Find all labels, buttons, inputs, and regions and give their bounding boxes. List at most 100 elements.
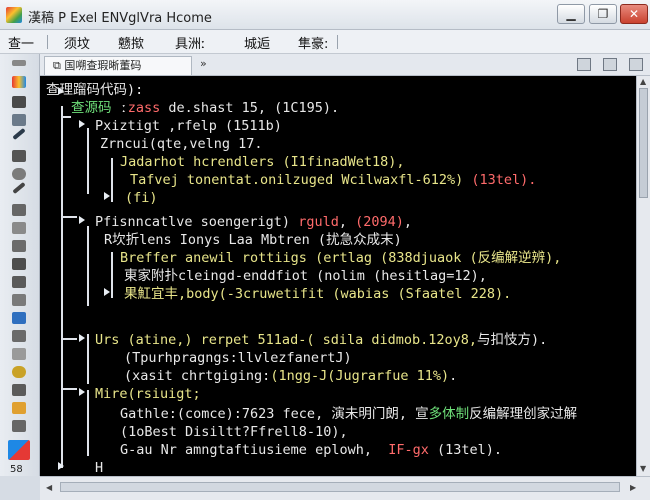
book-icon[interactable] <box>12 384 26 396</box>
document-icon[interactable] <box>12 222 26 234</box>
menu-item-3[interactable]: 戆揿 <box>118 33 144 52</box>
code-line: R坎折lens Ionys Laa Mbtren (扰急众成末) <box>104 231 402 249</box>
tool-strip: 58 <box>0 54 40 476</box>
menu-bar: 查一 须坟 戆揿 具洲ː 城逅 隼豪: <box>0 30 650 54</box>
code-line: G-au Nr amngtaftiusieme eplowh, IF-gx (1… <box>120 441 502 459</box>
tree-line <box>111 252 113 298</box>
code-editor[interactable]: 查理蹓码代码): 查源码 ːzass de.shast 15, (1C195). P… <box>40 76 636 476</box>
expand-arrow-icon[interactable] <box>79 388 85 396</box>
code-token: R坎折lens Ionys Laa Mbtren (扰急众成末) <box>104 232 402 248</box>
tree-line <box>87 128 89 194</box>
title-bar: 漢稿 P Exel ENVglVra Hcome ▁ ❐ ✕ <box>0 0 650 30</box>
scroll-up-icon[interactable]: ▲ <box>640 77 646 86</box>
code-token: H <box>95 460 104 476</box>
code-token: (xasit chrtgiging: <box>124 368 271 384</box>
code-token: 東家附扑cleingd-enddfiot (nolim (hesitlag=12… <box>124 268 487 284</box>
grid-icon[interactable] <box>12 258 26 270</box>
code-token: Mire(rsiuigt; <box>95 386 201 402</box>
list-icon[interactable] <box>12 240 26 252</box>
expand-arrow-icon[interactable] <box>79 216 85 224</box>
minimize-button[interactable]: ▁ <box>557 4 585 24</box>
pen-icon[interactable] <box>12 127 26 141</box>
menu-separator <box>337 35 338 49</box>
code-token: ː <box>119 100 128 116</box>
palette-icon[interactable] <box>12 76 26 88</box>
vertical-scroll-thumb[interactable] <box>639 88 648 198</box>
expand-arrow-icon[interactable] <box>79 120 85 128</box>
code-token: (1ngg-J(Jugrarfue 11%) <box>270 368 450 384</box>
code-token: de.shast 15, (1C195). <box>160 100 340 116</box>
save-icon[interactable] <box>12 420 26 432</box>
code-line: Urs (atine,) rerpet 511ad-( sdila didmob… <box>95 331 547 349</box>
code-token: (1oBest Disiltt?Ffrell8-10), <box>120 424 348 440</box>
code-line: Pfisnncatlve soengerigt) rguld, (2094), <box>95 213 412 231</box>
close-icon: ✕ <box>628 7 640 21</box>
layers-icon[interactable] <box>12 294 26 306</box>
code-token: Pfisnncatlve soengerigt) <box>95 214 299 230</box>
expand-arrow-icon[interactable] <box>79 334 85 342</box>
code-token: Zrncui(qte,velng 17. <box>100 136 263 152</box>
close-button[interactable]: ✕ <box>620 4 648 24</box>
code-token: , <box>338 214 356 230</box>
brush-icon[interactable] <box>12 96 26 108</box>
tree-branch <box>61 338 77 340</box>
color-swatch-icon[interactable] <box>8 440 30 460</box>
restore-button[interactable]: ❐ <box>589 4 617 24</box>
link-icon[interactable] <box>12 330 26 342</box>
table-icon[interactable] <box>12 276 26 288</box>
image-icon[interactable] <box>12 312 26 324</box>
layout-icon[interactable] <box>577 58 591 71</box>
tree-line <box>87 390 89 456</box>
pencil-tool-icon[interactable] <box>12 402 26 414</box>
expand-arrow-icon[interactable] <box>104 192 110 200</box>
code-token: IF-gx <box>388 442 429 458</box>
tree-branch <box>61 388 77 390</box>
code-token: Tafvej tonentat.onilzuged Wcilwaxfl-612%… <box>130 172 472 188</box>
tree-line <box>87 334 89 384</box>
code-token: Jadarhot hcrendlers (I1finadWet18), <box>120 154 405 170</box>
code-token: Pxiztigt ,rfelp (1511b) <box>95 118 282 134</box>
document-icon: ⧉ <box>53 59 65 72</box>
scroll-left-icon[interactable]: ◀ <box>46 483 52 492</box>
expand-arrow-icon[interactable] <box>58 462 64 470</box>
menu-item-4[interactable]: 具洲ː <box>175 33 205 52</box>
corner-panel <box>0 476 40 500</box>
code-line: Pxiztigt ,rfelp (1511b) <box>95 117 282 135</box>
tab-overflow-icon[interactable]: » <box>200 57 207 70</box>
expand-arrow-icon[interactable] <box>104 288 110 296</box>
horizontal-scrollbar[interactable]: ◀ ▶ <box>40 476 650 500</box>
code-token: . <box>449 368 458 384</box>
target-icon[interactable] <box>12 168 26 180</box>
menu-item-2[interactable]: 须坟 <box>64 33 90 52</box>
code-token: 果魟宜丰,body(-3cruwetifit (wabias (Sfaatel … <box>124 286 512 302</box>
panel-icon[interactable] <box>629 58 643 71</box>
code-line: H <box>95 459 103 476</box>
code-token: 查源码 <box>71 100 120 116</box>
split-view-icon[interactable] <box>603 58 617 71</box>
code-line: Tafvej tonentat.onilzuged Wcilwaxfl-612%… <box>130 171 536 189</box>
menu-item-6[interactable]: 隼豪: <box>298 33 328 52</box>
menu-item-5[interactable]: 城逅 <box>244 33 270 52</box>
bulb-icon[interactable] <box>12 366 26 378</box>
code-line: (xasit chrtgiging:(1ngg-J(Jugrarfue 11%)… <box>124 367 457 385</box>
code-line: (fi) <box>125 189 158 207</box>
vertical-scrollbar[interactable]: ▲ ▼ <box>636 76 650 476</box>
horizontal-scroll-thumb[interactable] <box>60 482 620 492</box>
tab-bar: ⧉ 国嗍查瑕晰董码 » <box>40 54 650 76</box>
tab-code-view[interactable]: ⧉ 国嗍查瑕晰董码 <box>44 56 192 75</box>
code-token: Urs (atine,) rerpet 511ad-( sdila didmob… <box>95 332 478 348</box>
code-token: 反编解理创家过解 <box>469 406 578 422</box>
menu-item-1[interactable]: 查一 <box>8 33 34 52</box>
scroll-down-icon[interactable]: ▼ <box>640 464 646 473</box>
crop-icon[interactable] <box>12 348 26 360</box>
stamp-icon[interactable] <box>12 204 26 216</box>
pencil-icon[interactable] <box>12 181 26 195</box>
code-token: rguld <box>298 214 339 230</box>
wand-icon[interactable] <box>12 114 26 126</box>
tree-branch <box>61 116 71 118</box>
code-line: (Tpurhpragngs:llvlezfanertJ) <box>124 349 352 367</box>
code-line: 東家附扑cleingd-enddfiot (nolim (hesitlag=12… <box>124 267 487 285</box>
scroll-right-icon[interactable]: ▶ <box>630 483 636 492</box>
tab-label: 国嗍查瑕晰董码 <box>64 59 142 72</box>
chart-icon[interactable] <box>12 150 26 162</box>
